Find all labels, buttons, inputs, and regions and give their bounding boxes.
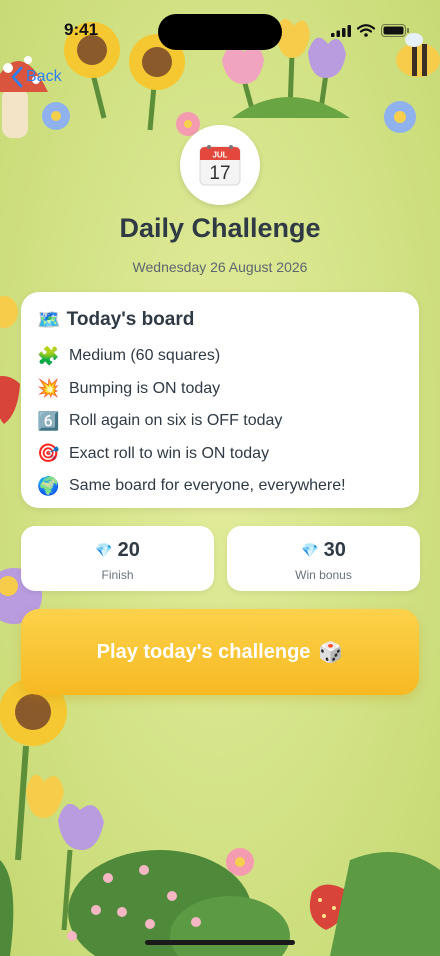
rule-bumping: 💥 Bumping is ON today: [37, 373, 403, 406]
win-bonus-label: Win bonus: [295, 568, 352, 582]
collision-icon: 💥: [37, 378, 60, 399]
chevron-left-icon: [11, 66, 23, 88]
map-icon: 🗺️: [37, 310, 61, 331]
rule-roll-again: 6️⃣ Roll again on six is OFF today: [37, 405, 403, 438]
six-keycap-icon: 6️⃣: [37, 410, 60, 431]
calendar-icon: JUL 17: [199, 145, 241, 186]
dice-icon: 🎲: [318, 641, 344, 664]
rule-text: Medium (60 squares): [69, 347, 221, 365]
finish-reward-value: 20: [117, 539, 140, 561]
system-icons: [331, 24, 410, 37]
play-challenge-label: Play today's challenge: [96, 640, 311, 663]
rule-board-size: 🧩 Medium (60 squares): [37, 340, 403, 373]
board-card: 🗺️ Today's board 🧩 Medium (60 squares) 💥…: [21, 292, 419, 508]
calendar-badge: JUL 17: [180, 125, 260, 205]
bottom-sunflower-illustration: [0, 678, 67, 861]
finish-reward-label: Finish: [101, 568, 134, 582]
gem-icon: 💎: [95, 542, 113, 558]
home-indicator: [145, 940, 295, 945]
cellular-signal-icon: [331, 24, 351, 37]
status-bar: 9:41: [0, 0, 440, 56]
battery-icon: [381, 24, 409, 37]
back-button[interactable]: Back: [10, 66, 62, 88]
puzzle-icon: 🧩: [37, 345, 60, 366]
board-title: Today's board: [66, 309, 195, 330]
globe-icon: 🌍: [37, 475, 60, 496]
wifi-icon: [357, 24, 375, 37]
win-bonus-value: 30: [323, 539, 346, 561]
rule-text: Exact roll to win is ON today: [69, 444, 270, 462]
rule-exact-roll: 🎯 Exact roll to win is ON today: [37, 438, 403, 471]
rule-text: Same board for everyone, everywhere!: [69, 477, 346, 495]
back-label: Back: [26, 68, 62, 85]
play-challenge-button[interactable]: Play today's challenge 🎲: [21, 609, 419, 695]
dynamic-island: [158, 14, 282, 50]
rule-text: Roll again on six is OFF today: [69, 412, 283, 430]
target-icon: 🎯: [37, 443, 60, 464]
rule-list: 🧩 Medium (60 squares) 💥 Bumping is ON to…: [37, 340, 403, 503]
win-bonus-card: 💎 30 Win bonus: [227, 526, 420, 591]
finish-reward-value-row: 💎 20: [21, 539, 214, 562]
page-title: Daily Challenge: [119, 213, 321, 243]
rule-text: Bumping is ON today: [69, 379, 221, 397]
board-header: 🗺️ Today's board: [37, 308, 403, 332]
calendar-day: 17: [209, 163, 230, 184]
gem-icon: 💎: [301, 542, 319, 558]
win-bonus-value-row: 💎 30: [227, 539, 420, 562]
rule-same-board: 🌍 Same board for everyone, everywhere!: [37, 470, 403, 503]
finish-reward-card: 💎 20 Finish: [21, 526, 214, 591]
calendar-month: JUL: [212, 151, 227, 160]
page-date: Wednesday 26 August 2026: [132, 259, 308, 275]
status-time: 9:41: [64, 20, 99, 39]
